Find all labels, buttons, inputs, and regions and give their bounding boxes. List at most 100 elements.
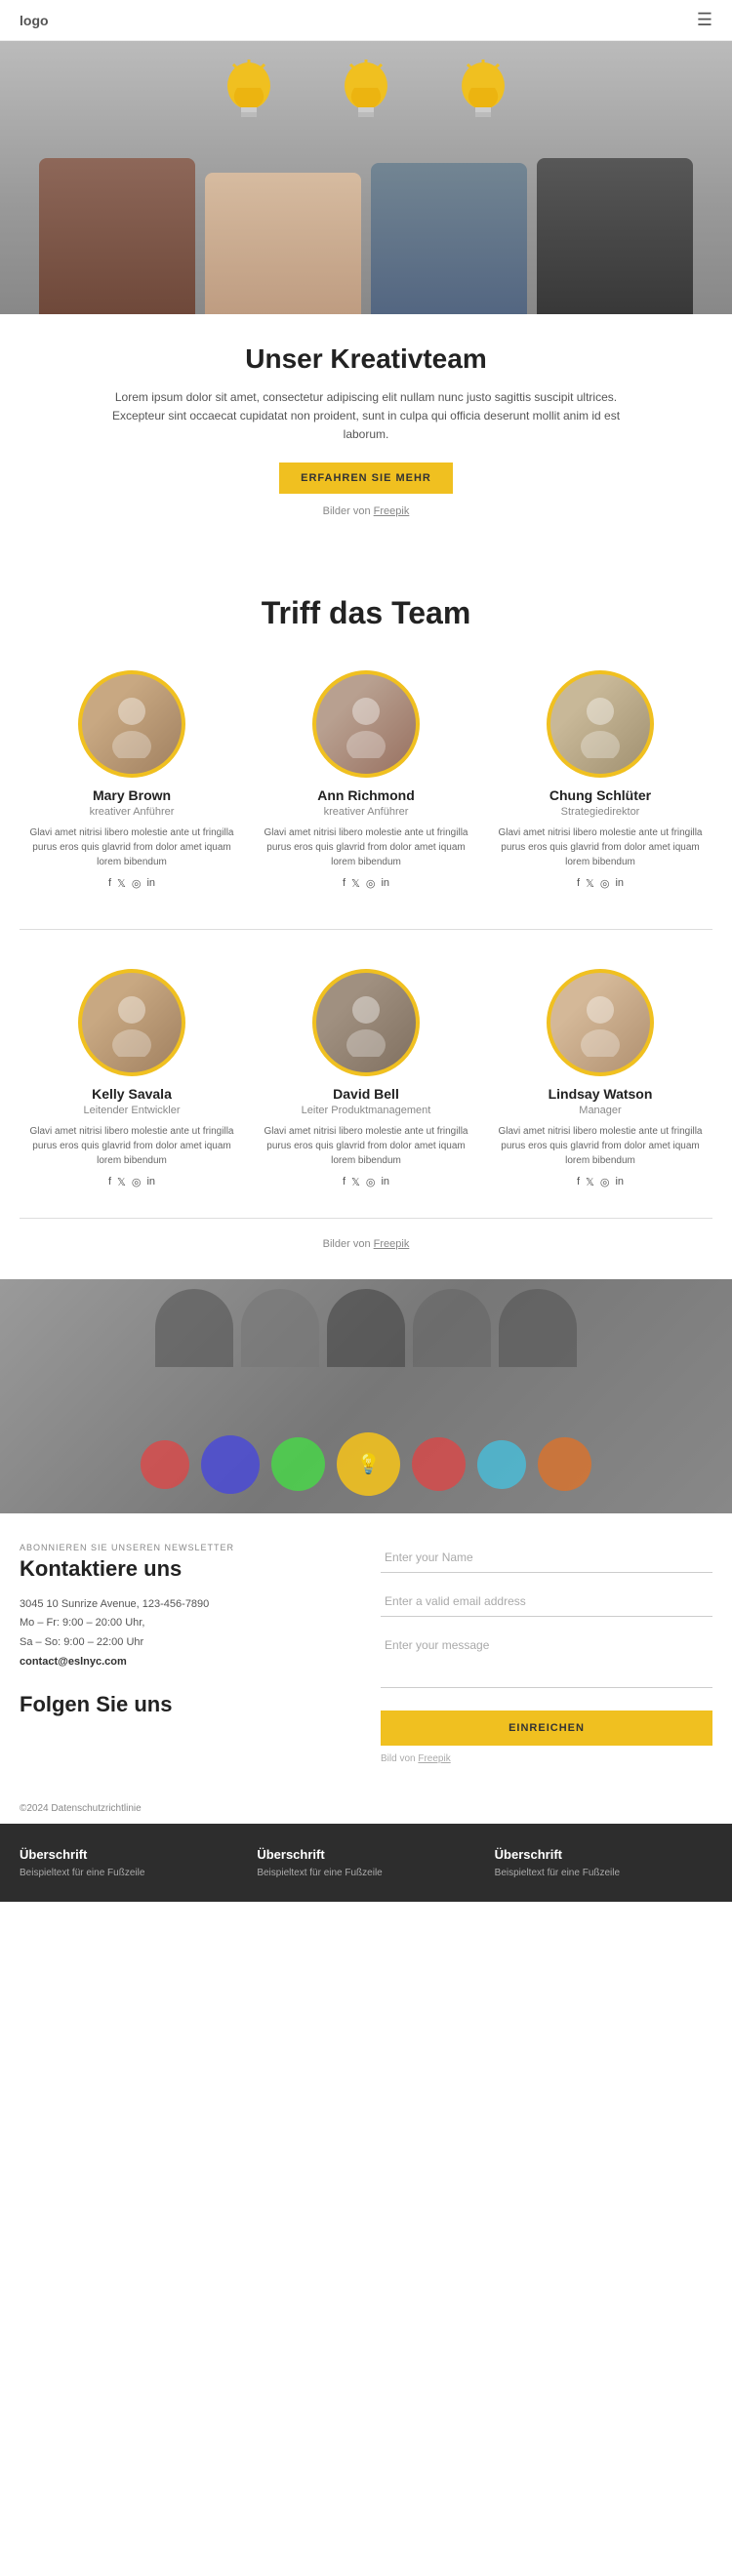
bulb-icon-3 — [454, 59, 512, 137]
member-desc: Glavi amet nitrisi libero molestie ante … — [27, 825, 236, 869]
member-role: Leiter Produktmanagement — [262, 1105, 470, 1116]
hero-section — [0, 41, 732, 314]
social-icons: f 𝕏 ◎ in — [27, 1176, 236, 1188]
contact-hours1: Mo – Fr: 9:00 – 20:00 Uhr, — [20, 1614, 351, 1633]
follow-title: Folgen Sie uns — [20, 1692, 351, 1717]
linkedin-icon[interactable]: in — [381, 1176, 389, 1188]
facebook-icon[interactable]: f — [343, 1176, 346, 1188]
twitter-icon[interactable]: 𝕏 — [586, 877, 594, 890]
contact-info-column: ABONNIEREN SIE UNSEREN NEWSLETTER Kontak… — [20, 1543, 351, 1764]
person-silhouette — [566, 690, 634, 758]
site-header: logo ☰ — [0, 0, 732, 41]
facebook-icon[interactable]: f — [343, 877, 346, 890]
member-desc: Glavi amet nitrisi libero molestie ante … — [262, 825, 470, 869]
facebook-icon[interactable]: f — [577, 1176, 580, 1188]
contact-email[interactable]: contact@eslnyc.com — [20, 1656, 127, 1668]
contact-title: Kontaktiere uns — [20, 1556, 351, 1582]
member-desc: Glavi amet nitrisi libero molestie ante … — [496, 1124, 705, 1168]
hamburger-menu-icon[interactable]: ☰ — [697, 10, 712, 30]
member-name: David Bell — [262, 1086, 470, 1102]
linkedin-icon[interactable]: in — [146, 1176, 155, 1188]
member-avatar — [312, 670, 420, 778]
twitter-icon[interactable]: 𝕏 — [117, 1176, 126, 1188]
person-silhouette — [332, 690, 400, 758]
social-icons: f 𝕏 ◎ in — [262, 877, 470, 890]
member-avatar — [78, 969, 185, 1076]
person-silhouette — [332, 988, 400, 1057]
linkedin-icon[interactable]: in — [146, 877, 155, 890]
footer-column-1: Überschrift Beispieltext für eine Fußzei… — [20, 1847, 237, 1878]
social-icons: f 𝕏 ◎ in — [27, 877, 236, 890]
member-name: Kelly Savala — [27, 1086, 236, 1102]
contact-section: ABONNIEREN SIE UNSEREN NEWSLETTER Kontak… — [0, 1513, 732, 1793]
bulb-icon-2 — [337, 59, 395, 137]
name-input[interactable] — [381, 1543, 712, 1573]
member-name: Lindsay Watson — [496, 1086, 705, 1102]
contact-hours2: Sa – So: 9:00 – 22:00 Uhr — [20, 1633, 351, 1653]
team-member: Lindsay Watson Manager Glavi amet nitris… — [488, 959, 712, 1198]
member-name: Chung Schlüter — [496, 787, 705, 803]
email-input[interactable] — [381, 1587, 712, 1617]
member-desc: Glavi amet nitrisi libero molestie ante … — [27, 1124, 236, 1168]
intro-section: Unser Kreativteam Lorem ipsum dolor sit … — [0, 314, 732, 537]
instagram-icon[interactable]: ◎ — [366, 877, 376, 890]
twitter-icon[interactable]: 𝕏 — [117, 877, 126, 890]
instagram-icon[interactable]: ◎ — [600, 877, 610, 890]
footer-column-2: Überschrift Beispieltext für eine Fußzei… — [257, 1847, 474, 1878]
newsletter-label: ABONNIEREN SIE UNSEREN NEWSLETTER — [20, 1543, 351, 1552]
submit-button[interactable]: EINREICHEN — [381, 1711, 712, 1746]
site-footer: Überschrift Beispieltext für eine Fußzei… — [0, 1824, 732, 1902]
footer-heading: Überschrift — [495, 1847, 712, 1862]
team-grid: Mary Brown kreativer Anführer Glavi amet… — [20, 661, 712, 1198]
member-role: Manager — [496, 1105, 705, 1116]
team-member: David Bell Leiter Produktmanagement Glav… — [254, 959, 478, 1198]
form-credit: Bild von Freepik — [381, 1753, 712, 1764]
team-member: Mary Brown kreativer Anführer Glavi amet… — [20, 661, 244, 900]
footer-body: Beispieltext für eine Fußzeile — [257, 1868, 474, 1878]
member-avatar — [312, 969, 420, 1076]
footer-body: Beispieltext für eine Fußzeile — [20, 1868, 237, 1878]
twitter-icon[interactable]: 𝕏 — [351, 1176, 360, 1188]
learn-more-button[interactable]: ERFAHREN SIE MEHR — [279, 463, 453, 494]
person-silhouette — [98, 690, 166, 758]
person-silhouette — [98, 988, 166, 1057]
social-icons: f 𝕏 ◎ in — [496, 877, 705, 890]
member-avatar — [547, 969, 654, 1076]
instagram-icon[interactable]: ◎ — [132, 1176, 142, 1188]
logo: logo — [20, 13, 49, 28]
footer-body: Beispieltext für eine Fußzeile — [495, 1868, 712, 1878]
member-role: kreativer Anführer — [27, 806, 236, 818]
team-member: Kelly Savala Leitender Entwickler Glavi … — [20, 959, 244, 1198]
member-desc: Glavi amet nitrisi libero molestie ante … — [496, 825, 705, 869]
linkedin-icon[interactable]: in — [381, 877, 389, 890]
bulb-icon-1 — [220, 59, 278, 137]
team-credit: Bilder von Freepik — [20, 1238, 712, 1250]
copyright: ©2024 Datenschutzrichtlinie — [0, 1793, 732, 1824]
social-icons: f 𝕏 ◎ in — [262, 1176, 470, 1188]
instagram-icon[interactable]: ◎ — [600, 1176, 610, 1188]
intro-body: Lorem ipsum dolor sit amet, consectetur … — [98, 388, 634, 445]
contact-details: 3045 10 Sunrize Avenue, 123-456-7890 Mo … — [20, 1595, 351, 1672]
footer-heading: Überschrift — [20, 1847, 237, 1862]
member-avatar — [547, 670, 654, 778]
member-name: Mary Brown — [27, 787, 236, 803]
facebook-icon[interactable]: f — [108, 877, 111, 890]
team-member: Ann Richmond kreativer Anführer Glavi am… — [254, 661, 478, 900]
footer-column-3: Überschrift Beispieltext für eine Fußzei… — [495, 1847, 712, 1878]
twitter-icon[interactable]: 𝕏 — [586, 1176, 594, 1188]
social-icons: f 𝕏 ◎ in — [496, 1176, 705, 1188]
facebook-icon[interactable]: f — [577, 877, 580, 890]
message-input[interactable] — [381, 1630, 712, 1688]
instagram-icon[interactable]: ◎ — [366, 1176, 376, 1188]
team-member: Chung Schlüter Strategiedirektor Glavi a… — [488, 661, 712, 900]
member-role: kreativer Anführer — [262, 806, 470, 818]
contact-form-column: EINREICHEN Bild von Freepik — [381, 1543, 712, 1764]
instagram-icon[interactable]: ◎ — [132, 877, 142, 890]
footer-heading: Überschrift — [257, 1847, 474, 1862]
twitter-icon[interactable]: 𝕏 — [351, 877, 360, 890]
linkedin-icon[interactable]: in — [615, 1176, 624, 1188]
member-avatar — [78, 670, 185, 778]
linkedin-icon[interactable]: in — [615, 877, 624, 890]
facebook-icon[interactable]: f — [108, 1176, 111, 1188]
member-role: Strategiedirektor — [496, 806, 705, 818]
